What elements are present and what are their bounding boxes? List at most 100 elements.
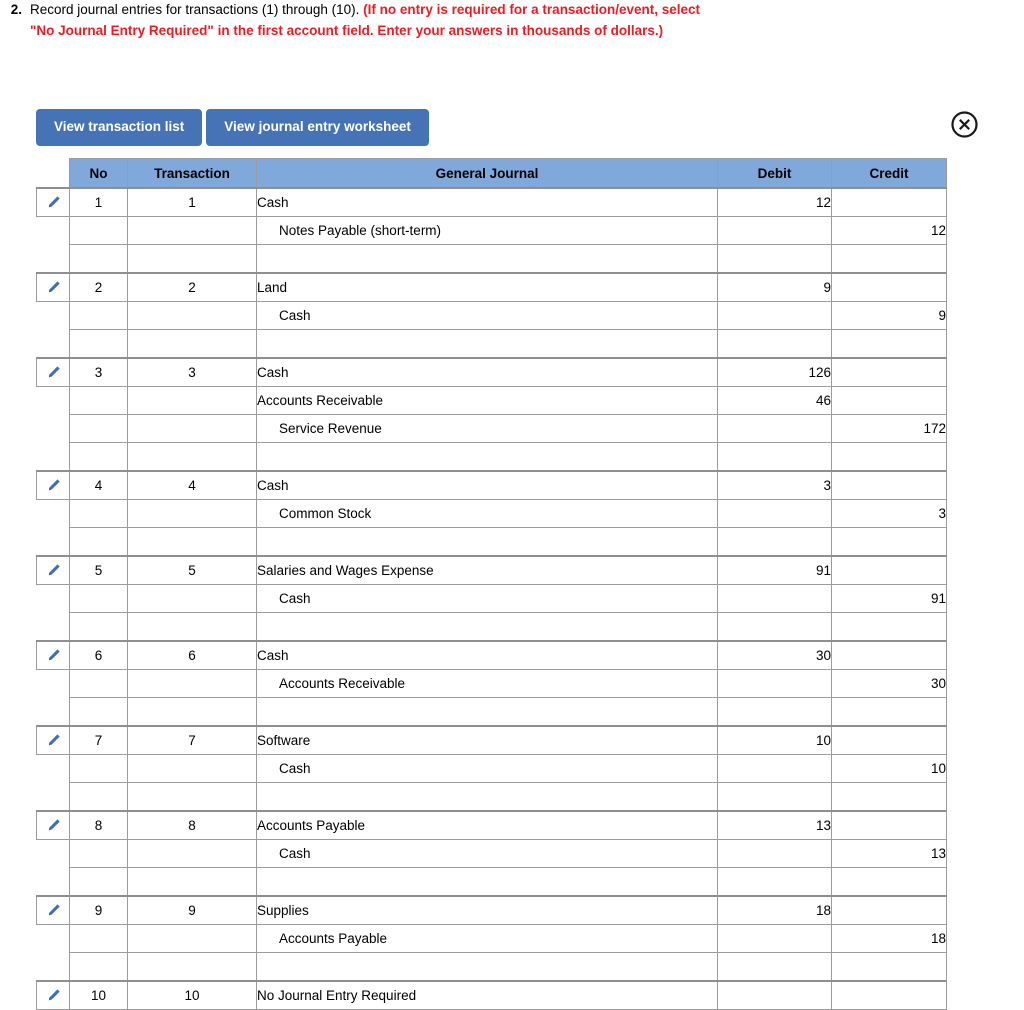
- debit-amount-cell[interactable]: [717, 697, 832, 727]
- credit-amount-cell[interactable]: [831, 782, 947, 812]
- debit-amount-cell[interactable]: [717, 244, 832, 274]
- account-name-cell[interactable]: Software: [256, 725, 718, 755]
- credit-amount-cell[interactable]: 172: [831, 414, 947, 443]
- account-name-cell[interactable]: Cash: [256, 187, 718, 217]
- credit-amount-cell[interactable]: [831, 725, 947, 755]
- debit-amount-cell[interactable]: [717, 839, 832, 868]
- credit-amount-cell[interactable]: 13: [831, 839, 947, 868]
- credit-amount-cell[interactable]: [831, 810, 947, 840]
- account-name-cell[interactable]: Salaries and Wages Expense: [256, 555, 718, 585]
- debit-amount-cell[interactable]: [717, 980, 832, 1010]
- view-transaction-list-button[interactable]: View transaction list: [36, 109, 203, 146]
- edit-entry-button[interactable]: [36, 810, 70, 840]
- credit-amount-cell[interactable]: [831, 272, 947, 302]
- account-name-cell[interactable]: Service Revenue: [256, 414, 718, 443]
- edit-entry-button[interactable]: [36, 980, 70, 1010]
- account-name-cell[interactable]: [256, 612, 718, 642]
- account-name-cell[interactable]: Cash: [256, 839, 718, 868]
- edit-entry-button[interactable]: [36, 272, 70, 302]
- account-name-cell[interactable]: [256, 952, 718, 982]
- account-name-cell[interactable]: Notes Payable (short-term): [256, 216, 718, 245]
- debit-amount-cell[interactable]: [717, 612, 832, 642]
- credit-amount-cell[interactable]: [831, 244, 947, 274]
- account-name-cell[interactable]: Cash: [256, 640, 718, 670]
- credit-amount-cell[interactable]: [831, 442, 947, 472]
- credit-amount-cell[interactable]: [831, 640, 947, 670]
- account-name-cell[interactable]: Cash: [256, 470, 718, 500]
- account-name-cell[interactable]: Cash: [256, 754, 718, 783]
- edit-entry-button[interactable]: [36, 357, 70, 387]
- debit-amount-cell[interactable]: [717, 301, 832, 330]
- credit-amount-cell[interactable]: 10: [831, 754, 947, 783]
- debit-amount-cell[interactable]: 91: [717, 555, 832, 585]
- debit-amount-cell[interactable]: 18: [717, 895, 832, 925]
- view-journal-entry-worksheet-button[interactable]: View journal entry worksheet: [206, 109, 429, 146]
- debit-amount-cell[interactable]: 46: [717, 386, 832, 415]
- debit-amount-cell[interactable]: [717, 442, 832, 472]
- debit-amount-cell[interactable]: 9: [717, 272, 832, 302]
- edit-entry-button[interactable]: [36, 895, 70, 925]
- account-name-cell[interactable]: Cash: [256, 357, 718, 387]
- debit-amount-cell[interactable]: [717, 499, 832, 528]
- credit-amount-cell[interactable]: 30: [831, 669, 947, 698]
- credit-amount-cell[interactable]: 3: [831, 499, 947, 528]
- debit-amount-cell[interactable]: [717, 867, 832, 897]
- close-circle-icon[interactable]: [950, 110, 979, 139]
- debit-amount-cell[interactable]: [717, 754, 832, 783]
- account-name-cell[interactable]: Cash: [256, 584, 718, 613]
- credit-amount-cell[interactable]: [831, 386, 947, 415]
- debit-amount-cell[interactable]: [717, 782, 832, 812]
- account-name-cell[interactable]: No Journal Entry Required: [256, 980, 718, 1010]
- credit-amount-cell[interactable]: [831, 867, 947, 897]
- account-name-cell[interactable]: Accounts Receivable: [256, 669, 718, 698]
- account-name-cell[interactable]: Cash: [256, 301, 718, 330]
- account-name-cell[interactable]: [256, 867, 718, 897]
- credit-amount-cell[interactable]: [831, 612, 947, 642]
- credit-amount-cell[interactable]: [831, 470, 947, 500]
- credit-amount-cell[interactable]: [831, 527, 947, 557]
- account-name-cell[interactable]: [256, 782, 718, 812]
- credit-amount-cell[interactable]: [831, 895, 947, 925]
- credit-amount-cell[interactable]: 18: [831, 924, 947, 953]
- debit-amount-cell[interactable]: 10: [717, 725, 832, 755]
- account-name-cell[interactable]: Accounts Payable: [256, 810, 718, 840]
- debit-amount-cell[interactable]: 30: [717, 640, 832, 670]
- debit-amount-cell[interactable]: [717, 924, 832, 953]
- account-name-cell[interactable]: Common Stock: [256, 499, 718, 528]
- account-name-cell[interactable]: [256, 527, 718, 557]
- debit-amount-cell[interactable]: [717, 527, 832, 557]
- edit-entry-button[interactable]: [36, 640, 70, 670]
- credit-amount-cell[interactable]: [831, 952, 947, 982]
- edit-entry-button[interactable]: [36, 555, 70, 585]
- debit-amount-cell[interactable]: [717, 952, 832, 982]
- debit-amount-cell[interactable]: 126: [717, 357, 832, 387]
- edit-entry-button[interactable]: [36, 725, 70, 755]
- debit-amount-cell[interactable]: [717, 216, 832, 245]
- credit-amount-cell[interactable]: 9: [831, 301, 947, 330]
- credit-amount-cell[interactable]: [831, 329, 947, 359]
- edit-entry-button[interactable]: [36, 187, 70, 217]
- credit-amount-cell[interactable]: [831, 187, 947, 217]
- credit-amount-cell[interactable]: 12: [831, 216, 947, 245]
- debit-amount-cell[interactable]: 12: [717, 187, 832, 217]
- account-name-cell[interactable]: Supplies: [256, 895, 718, 925]
- account-name-cell[interactable]: Accounts Payable: [256, 924, 718, 953]
- account-name-cell[interactable]: [256, 244, 718, 274]
- account-name-cell[interactable]: [256, 442, 718, 472]
- debit-amount-cell[interactable]: 13: [717, 810, 832, 840]
- credit-amount-cell[interactable]: 91: [831, 584, 947, 613]
- account-name-cell[interactable]: [256, 697, 718, 727]
- credit-amount-cell[interactable]: [831, 980, 947, 1010]
- debit-amount-cell[interactable]: [717, 669, 832, 698]
- debit-amount-cell[interactable]: [717, 329, 832, 359]
- account-name-cell[interactable]: Accounts Receivable: [256, 386, 718, 415]
- credit-amount-cell[interactable]: [831, 555, 947, 585]
- credit-amount-cell[interactable]: [831, 357, 947, 387]
- debit-amount-cell[interactable]: [717, 414, 832, 443]
- credit-amount-cell[interactable]: [831, 697, 947, 727]
- debit-amount-cell[interactable]: 3: [717, 470, 832, 500]
- edit-entry-button[interactable]: [36, 470, 70, 500]
- account-name-cell[interactable]: Land: [256, 272, 718, 302]
- account-name-cell[interactable]: [256, 329, 718, 359]
- debit-amount-cell[interactable]: [717, 584, 832, 613]
